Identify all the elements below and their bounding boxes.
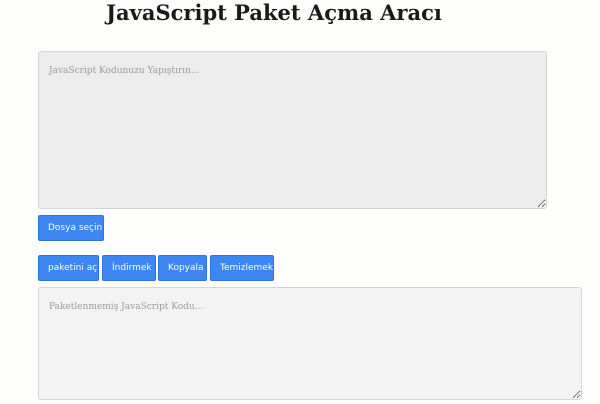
copy-button[interactable]: Kopyala	[158, 255, 207, 281]
clear-button[interactable]: Temizlemek	[210, 255, 274, 281]
download-button[interactable]: İndirmek	[102, 255, 156, 281]
page-title: JavaScript Paket Açma Aracı	[106, 0, 442, 25]
javascript-input-textarea[interactable]	[38, 51, 547, 209]
unpack-button[interactable]: paketini aç	[38, 255, 99, 281]
unpacked-output-textarea[interactable]	[38, 287, 582, 400]
choose-file-button[interactable]: Dosya seçin	[38, 215, 104, 241]
